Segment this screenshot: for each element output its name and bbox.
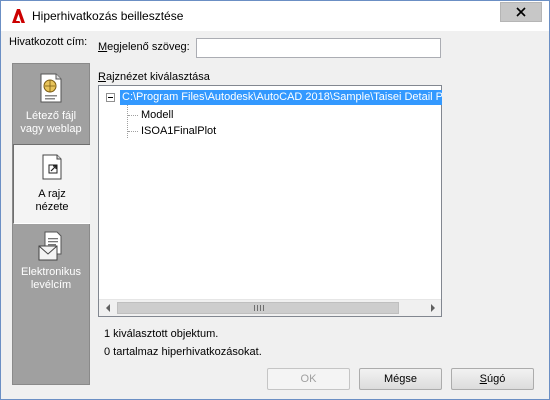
close-button[interactable] xyxy=(500,2,542,22)
scroll-right-button[interactable] xyxy=(424,300,441,316)
ok-button[interactable]: OK xyxy=(267,368,350,390)
nav-label-line1: A rajz xyxy=(38,188,66,200)
display-text-input[interactable] xyxy=(196,38,441,58)
nav-label-line1: Létező fájl xyxy=(25,110,77,122)
help-button[interactable]: Súgó xyxy=(451,368,534,390)
tree-connector xyxy=(128,131,138,132)
window-title: Hiperhivatkozás beillesztése xyxy=(32,9,184,23)
nav-existing-file-or-web-page[interactable]: Létező fájl vagy weblap xyxy=(13,66,89,146)
nav-label-line2: vagy weblap xyxy=(20,123,82,135)
close-icon xyxy=(516,7,526,17)
tree-root-item[interactable]: C:\Program Files\Autodesk\AutoCAD 2018\S… xyxy=(120,90,442,105)
nav-view-of-this-drawing[interactable]: A rajz nézete xyxy=(13,144,90,224)
select-view-label: Rajznézet kiválasztása xyxy=(98,71,210,83)
scroll-thumb[interactable] xyxy=(117,302,399,314)
nav-label-line1: Elektronikus xyxy=(21,266,81,278)
tree-item-layout[interactable]: ISOA1FinalPlot xyxy=(141,124,216,138)
tree-item-model[interactable]: Modell xyxy=(141,108,173,122)
nav-label-line2: levélcím xyxy=(30,279,72,291)
selected-count-text: 1 kiválasztott objektum. xyxy=(104,328,219,340)
view-tree[interactable]: C:\Program Files\Autodesk\AutoCAD 2018\S… xyxy=(98,85,442,317)
autocad-logo-icon xyxy=(12,9,25,23)
link-to-label: Hivatkozott cím: xyxy=(9,36,88,48)
horizontal-scrollbar[interactable] xyxy=(99,299,441,316)
document-globe-icon xyxy=(40,73,62,103)
title-bar: Hiperhivatkozás beillesztése xyxy=(1,1,549,31)
nav-label-line2: nézete xyxy=(35,201,69,213)
arrow-right-icon xyxy=(430,304,435,312)
link-type-panel: Létező fájl vagy weblap A rajz nézete El… xyxy=(12,63,90,385)
display-text-label: Megjelenő szöveg: xyxy=(98,41,190,53)
scroll-left-button[interactable] xyxy=(99,300,116,316)
hyperlink-dialog: Hiperhivatkozás beillesztése Hivatkozott… xyxy=(0,0,550,400)
arrow-left-icon xyxy=(105,304,110,312)
nav-email-address[interactable]: Elektronikus levélcím xyxy=(13,224,89,304)
dialog-body: Hivatkozott cím: Létező fájl vagy weblap xyxy=(8,31,542,393)
grip-icon xyxy=(254,305,264,311)
tree-connector xyxy=(127,105,128,138)
view-icon xyxy=(42,154,62,180)
collapse-toggle[interactable] xyxy=(106,93,115,102)
tree-connector xyxy=(128,115,138,116)
envelope-icon xyxy=(38,231,62,261)
cancel-button[interactable]: Mégse xyxy=(359,368,442,390)
hyperlink-count-text: 0 tartalmaz hiperhivatkozásokat. xyxy=(104,346,262,358)
